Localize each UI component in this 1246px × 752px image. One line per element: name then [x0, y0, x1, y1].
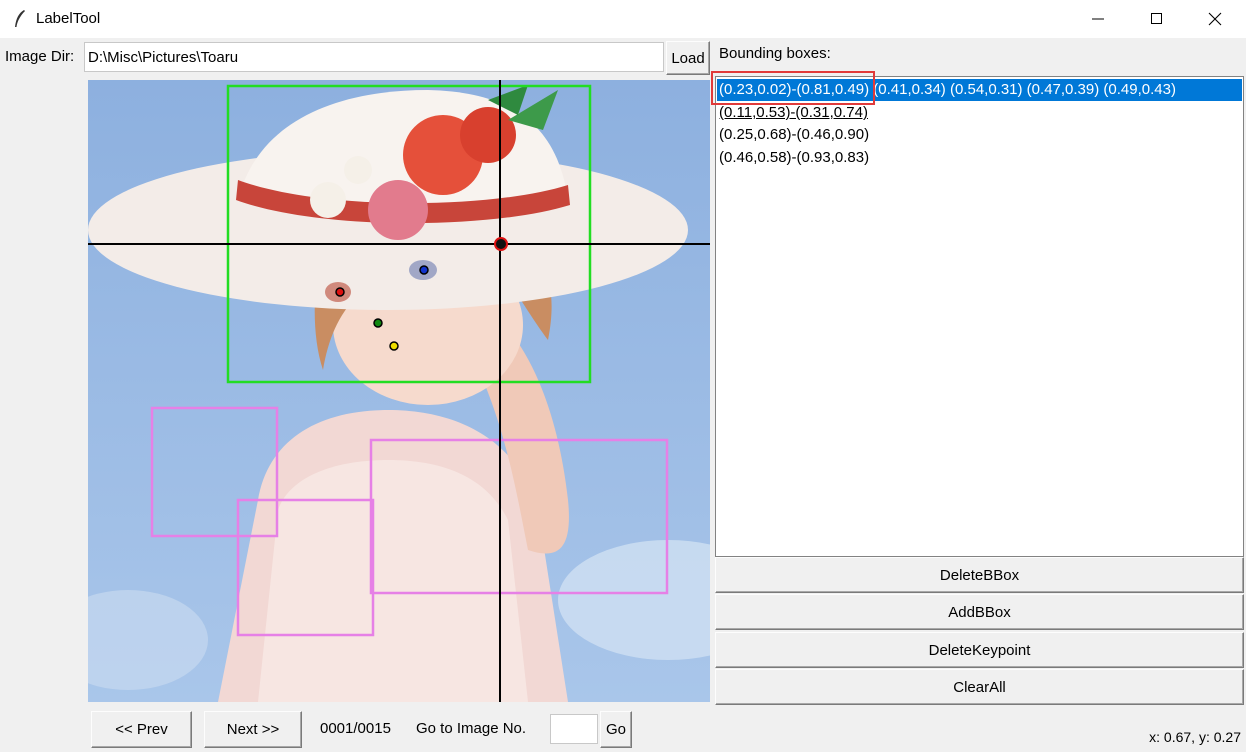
keypoint[interactable] — [389, 341, 399, 351]
goto-label: Go to Image No. — [416, 720, 527, 737]
add-bbox-button[interactable]: AddBBox — [715, 594, 1244, 630]
bbox-list-item[interactable]: (0.25,0.68)-(0.46,0.90) — [717, 124, 1242, 146]
window-title: LabelTool — [36, 10, 101, 27]
minimize-button[interactable] — [1070, 0, 1128, 38]
image-dir-label: Image Dir: — [5, 48, 75, 65]
annotation-highlight — [711, 71, 875, 105]
maximize-button[interactable] — [1128, 0, 1186, 38]
keypoint[interactable] — [373, 318, 383, 328]
goto-input[interactable] — [550, 714, 598, 744]
close-button[interactable] — [1186, 0, 1244, 38]
image-dir-input[interactable] — [84, 42, 664, 72]
minimize-icon — [1092, 18, 1104, 20]
delete-bbox-button[interactable]: DeleteBBox — [715, 557, 1244, 593]
image-progress: 0001/0015 — [320, 720, 391, 737]
maximize-icon — [1151, 13, 1162, 24]
bbox-listbox[interactable]: (0.23,0.02)-(0.81,0.49) (0.41,0.34) (0.5… — [715, 76, 1244, 557]
title-bar: LabelTool — [0, 0, 1246, 38]
clear-all-button[interactable]: ClearAll — [715, 669, 1244, 705]
prev-button[interactable]: << Prev — [91, 711, 192, 748]
image-scene — [88, 80, 710, 702]
delete-keypoint-button[interactable]: DeleteKeypoint — [715, 632, 1244, 668]
keypoint[interactable] — [419, 265, 429, 275]
image-canvas[interactable] — [88, 80, 710, 702]
feather-icon — [15, 10, 25, 27]
go-button[interactable]: Go — [600, 711, 632, 748]
bounding-boxes-label: Bounding boxes: — [719, 45, 831, 62]
load-button[interactable]: Load — [666, 41, 710, 75]
close-icon — [1208, 12, 1222, 26]
keypoint[interactable] — [335, 287, 345, 297]
cursor-marker — [494, 237, 508, 251]
cursor-coordinates: x: 0.67, y: 0.27 — [1149, 729, 1241, 745]
bbox-list-item[interactable]: (0.46,0.58)-(0.93,0.83) — [717, 147, 1242, 169]
bbox-list-item[interactable]: (0.11,0.53)-(0.31,0.74) — [717, 102, 1242, 124]
next-button[interactable]: Next >> — [204, 711, 302, 748]
